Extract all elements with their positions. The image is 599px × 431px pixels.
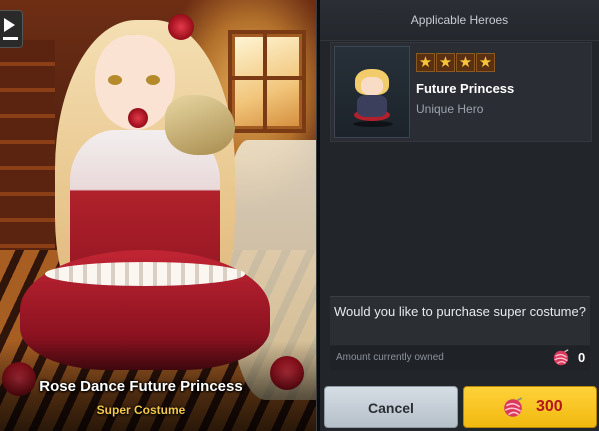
background-window [228, 30, 306, 133]
owned-amount-row: Amount currently owned 0 [330, 346, 590, 370]
buy-button[interactable]: 300 [463, 386, 597, 428]
sprite-face [361, 77, 383, 95]
character-ruffle [45, 262, 245, 286]
owned-amount-value: 0 [578, 350, 586, 365]
costume-type: Super Costume [96, 403, 186, 417]
sprite-shadow [353, 121, 393, 127]
background-shelf [0, 40, 55, 250]
rose-chest-ornament [128, 108, 148, 128]
hero-star-rating: ★ ★ ★ ★ [416, 53, 495, 72]
purchase-panel: Applicable Heroes ★ ★ ★ ★ Future Princes… [320, 0, 599, 431]
purchase-confirm-text: Would you like to purchase super costume… [334, 304, 586, 319]
sprite-body [357, 95, 387, 117]
hero-class: Unique Hero [416, 102, 484, 116]
cancel-button[interactable]: Cancel [324, 386, 458, 428]
star-icon: ★ [416, 53, 435, 72]
hero-list-empty-area [330, 145, 590, 293]
star-icon: ★ [436, 53, 455, 72]
panel-title: Applicable Heroes [320, 0, 599, 41]
yarn-ball-icon [504, 397, 523, 417]
owned-amount-label: Amount currently owned [336, 352, 444, 363]
star-icon: ★ [476, 53, 495, 72]
character-eye-right [146, 75, 160, 85]
yarn-ball-icon [553, 349, 569, 366]
back-button[interactable] [0, 10, 23, 48]
rose-hair-ornament [168, 14, 194, 40]
hero-name: Future Princess [416, 81, 515, 96]
back-bar-icon [3, 37, 18, 40]
costume-name: Rose Dance Future Princess [39, 378, 243, 395]
purchase-confirm-box: Would you like to purchase super costume… [330, 296, 590, 345]
star-icon: ★ [456, 53, 475, 72]
buy-price: 300 [536, 398, 563, 415]
character-eye-left [108, 75, 122, 85]
hero-portrait [334, 46, 410, 138]
back-play-icon [4, 18, 15, 32]
costume-artwork: Rose Dance Future Princess Super Costume [0, 0, 318, 431]
